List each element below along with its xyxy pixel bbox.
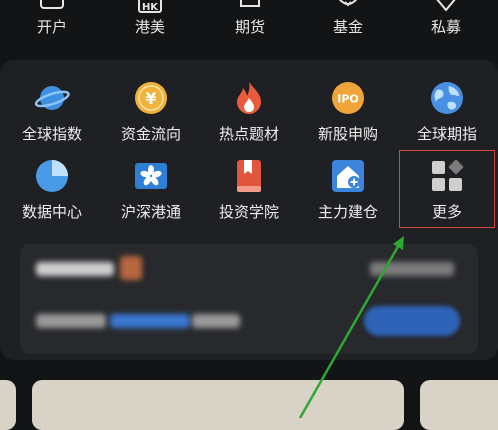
pointer-arrow	[298, 236, 404, 418]
